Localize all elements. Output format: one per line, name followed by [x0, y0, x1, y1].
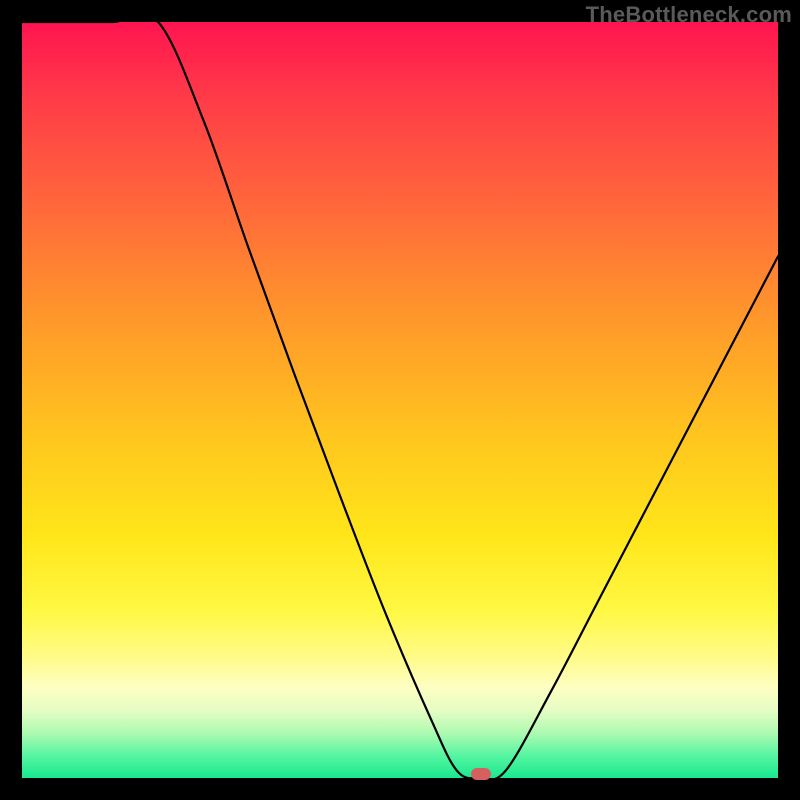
watermark-text: TheBottleneck.com: [586, 2, 792, 28]
chart-container: TheBottleneck.com: [0, 0, 800, 800]
bottleneck-curve: [22, 22, 778, 778]
minimum-marker: [471, 768, 491, 780]
